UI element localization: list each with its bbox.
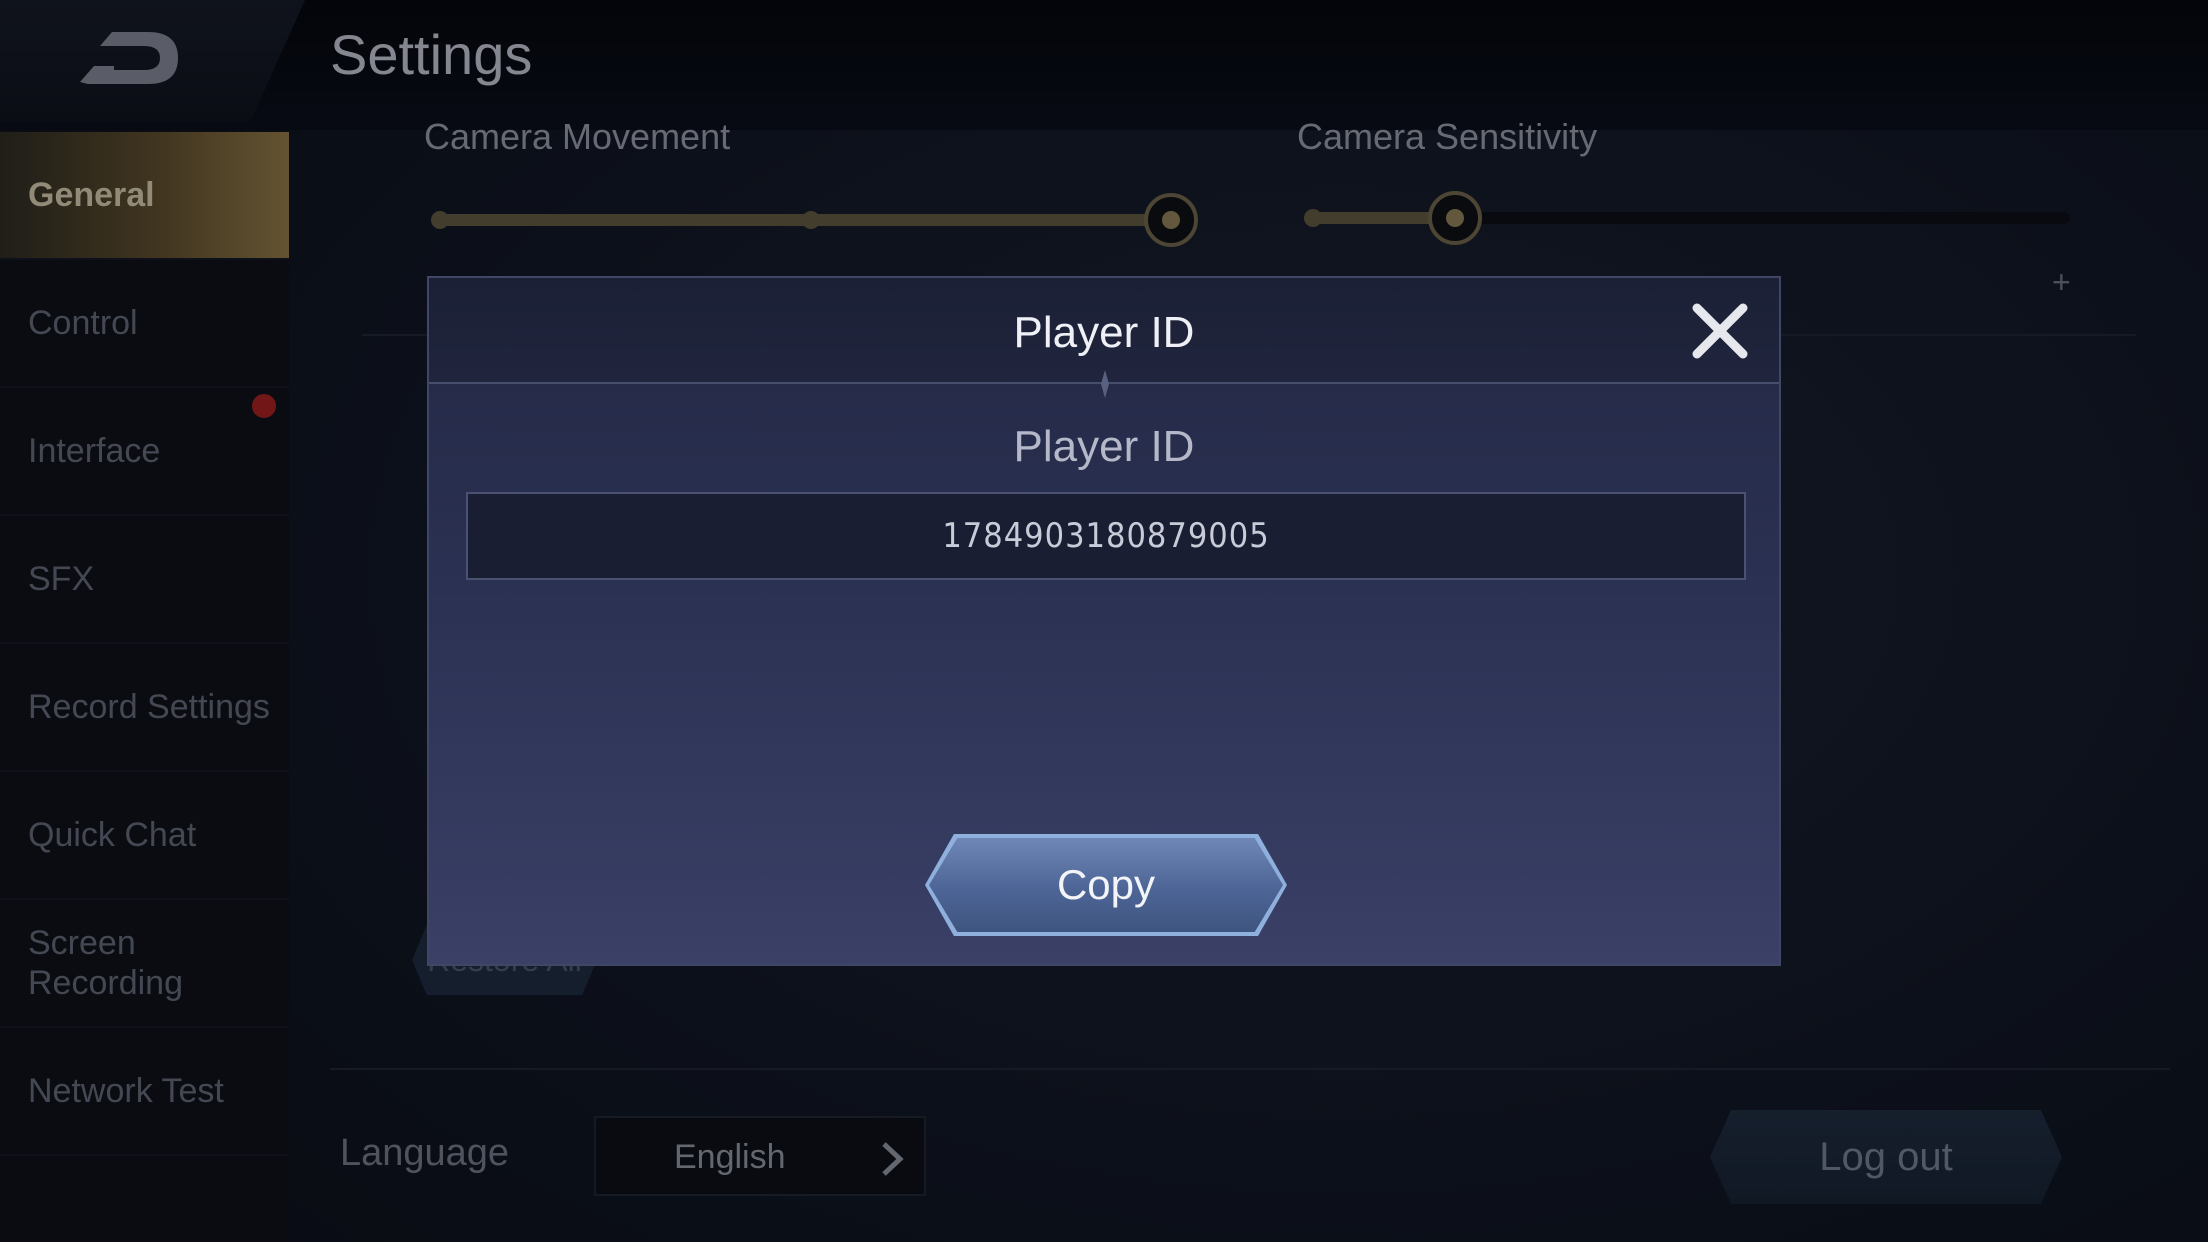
player-id-dialog: Player ID Player ID 1784903180879005 Cop… [427, 276, 1781, 966]
copy-button[interactable]: Copy [929, 838, 1283, 932]
dialog-title: Player ID [1013, 308, 1195, 357]
player-id-field[interactable]: 1784903180879005 [466, 492, 1746, 580]
dialog-header: Player ID [429, 278, 1779, 398]
header-ornament-icon [1101, 370, 1109, 398]
close-icon[interactable] [1689, 300, 1751, 362]
player-id-label: Player ID [1013, 422, 1195, 471]
